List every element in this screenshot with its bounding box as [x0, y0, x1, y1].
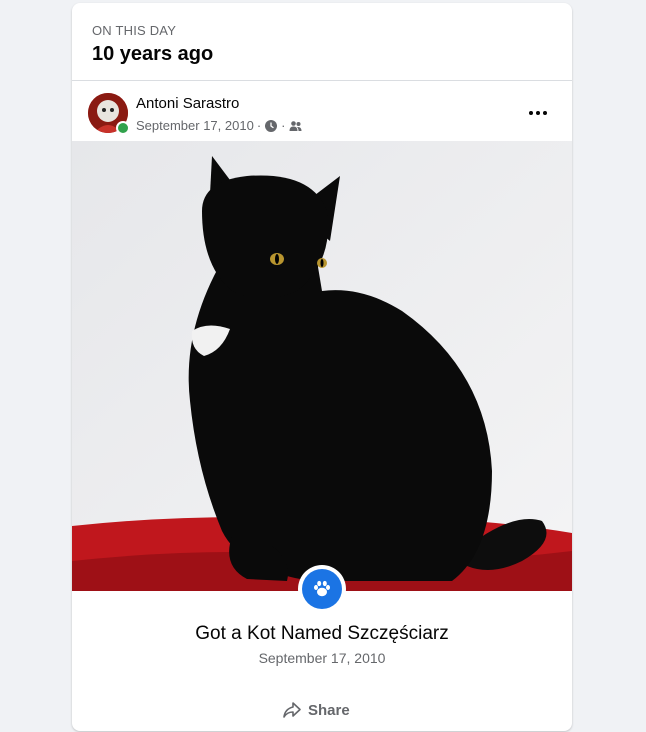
life-event-date: September 17, 2010 [258, 650, 386, 666]
share-label: Share [308, 701, 350, 719]
clock-icon [264, 119, 278, 133]
post-meta: September 17, 2010 · · [136, 118, 303, 133]
paw-icon [302, 569, 342, 609]
post-photo[interactable] [72, 141, 572, 591]
life-event-badge [298, 565, 346, 613]
meta-separator: · [256, 118, 262, 133]
life-event-title: Got a Kot Named Szczęściarz [195, 623, 449, 644]
friends-icon[interactable] [289, 119, 303, 133]
online-status-dot [116, 121, 130, 135]
memory-card: ON THIS DAY 10 years ago Antoni Sarastro… [72, 3, 572, 731]
more-horizontal-icon [529, 111, 547, 115]
post-author[interactable]: Antoni Sarastro [136, 95, 239, 112]
memory-headline: 10 years ago [92, 43, 214, 65]
more-options-button[interactable] [520, 101, 556, 125]
post-header: Antoni Sarastro September 17, 2010 · · [72, 81, 572, 141]
post-date[interactable]: September 17, 2010 [136, 118, 254, 133]
share-button[interactable]: Share [282, 698, 350, 722]
memory-header: ON THIS DAY 10 years ago [72, 3, 572, 81]
meta-separator-2: · [281, 118, 286, 133]
share-icon [283, 702, 301, 718]
memory-eyebrow: ON THIS DAY [92, 23, 177, 38]
